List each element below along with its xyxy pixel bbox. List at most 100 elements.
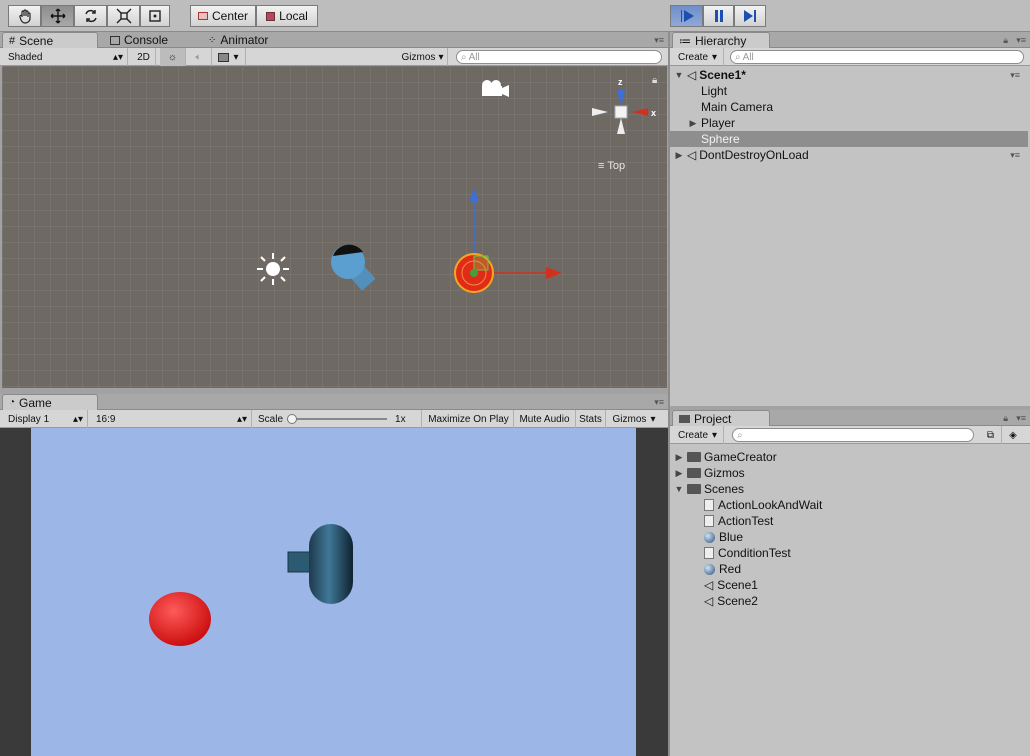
row-menu-icon[interactable]: ▾≡ xyxy=(1010,150,1020,161)
pivot-local-button[interactable]: Local xyxy=(256,5,318,27)
hierarchy-create-dropdown[interactable]: Create ▾ xyxy=(674,48,724,66)
project-file-conditiontest[interactable]: ConditionTest xyxy=(670,545,1028,561)
orientation-label: ≡ Top xyxy=(598,160,625,172)
camera-gizmo-icon[interactable] xyxy=(478,78,512,100)
mute-audio-toggle[interactable]: Mute Audio xyxy=(514,410,576,428)
effects-dropdown[interactable]: ▾ xyxy=(212,48,246,66)
filter-by-type-button[interactable]: ⧉ xyxy=(980,426,1002,444)
expand-arrow-icon[interactable]: ▶ xyxy=(674,452,684,463)
play-button[interactable] xyxy=(670,5,703,27)
expand-arrow-icon[interactable]: ▶ xyxy=(688,118,698,129)
mute-audio-label: Mute Audio xyxy=(519,413,570,425)
tree-scene-root[interactable]: ▼ ◁ Scene1* ▾≡ xyxy=(670,67,1028,83)
project-create-dropdown[interactable]: Create ▾ xyxy=(674,426,724,444)
filter-by-label-button[interactable]: ◈ xyxy=(1002,426,1024,444)
step-button[interactable] xyxy=(734,5,766,27)
lock-icon[interactable]: 🔒︎ xyxy=(652,75,657,86)
game-canvas[interactable] xyxy=(31,428,636,756)
2d-toggle[interactable]: 2D xyxy=(132,48,156,66)
hierarchy-toolbar: Create ▾ ⌕ All xyxy=(670,48,1030,66)
list-icon: ≔ xyxy=(679,33,691,48)
project-file-blue[interactable]: Blue xyxy=(670,529,1028,545)
expand-arrow-icon[interactable]: ▼ xyxy=(674,484,684,494)
sphere-move-gizmo[interactable] xyxy=(442,178,572,298)
tree-item-player[interactable]: ▶ Player xyxy=(670,115,1028,131)
tab-animator[interactable]: ⁘ Animator xyxy=(202,32,274,48)
hierarchy-search-input[interactable]: ⌕ All xyxy=(730,50,1024,64)
step-icon xyxy=(744,10,756,22)
project-file-actionlookandwait[interactable]: ActionLookAndWait xyxy=(670,497,1028,513)
project-file-red[interactable]: Red xyxy=(670,561,1028,577)
lighting-toggle[interactable]: ☼ xyxy=(160,48,186,66)
project-file-scene1[interactable]: ◁ Scene1 xyxy=(670,577,1028,593)
tree-item-light[interactable]: Light xyxy=(670,83,1028,99)
project-file-actiontest[interactable]: ActionTest xyxy=(670,513,1028,529)
axis-x-label: x xyxy=(651,108,656,118)
scale-slider-handle[interactable] xyxy=(287,414,298,424)
folder-icon xyxy=(687,452,701,462)
project-search-input[interactable]: ⌕ xyxy=(732,428,974,442)
unity-scene-icon: ◁ xyxy=(704,594,714,608)
folder-icon xyxy=(687,468,701,478)
lock-icon[interactable]: 🔒︎ xyxy=(1003,413,1008,424)
game-gizmos-dropdown[interactable]: Gizmos ▾ xyxy=(606,410,662,428)
scene-viewport[interactable]: z x 🔒︎ ≡ Top xyxy=(2,66,667,388)
project-folder-gamecreator[interactable]: ▶ GameCreator xyxy=(670,449,1028,465)
file-label: Blue xyxy=(719,530,744,544)
pacman-icon: ◔ xyxy=(9,397,16,408)
rotate-tool-button[interactable] xyxy=(74,5,107,27)
lock-icon[interactable]: 🔒︎ xyxy=(1003,35,1008,46)
stats-toggle[interactable]: Stats xyxy=(576,410,606,428)
move-tool-button[interactable] xyxy=(41,5,74,27)
rect-tool-button[interactable] xyxy=(140,5,170,27)
stats-label: Stats xyxy=(579,413,602,425)
tree-item-main-camera[interactable]: Main Camera xyxy=(670,99,1028,115)
maximize-on-play-toggle[interactable]: Maximize On Play xyxy=(424,410,514,428)
scale-tool-button[interactable] xyxy=(107,5,140,27)
player-object[interactable] xyxy=(326,242,386,302)
hand-tool-button[interactable] xyxy=(8,5,41,27)
game-toolbar: Display 1 ▴▾ 16:9 ▴▾ Scale 1x Maximize O… xyxy=(0,410,668,428)
axis-z-label: z xyxy=(618,77,623,87)
panel-menu-icon[interactable]: ▾≡ xyxy=(654,397,664,408)
pause-button[interactable] xyxy=(703,5,734,27)
scale-slider[interactable] xyxy=(287,414,388,424)
project-file-scene2[interactable]: ◁ Scene2 xyxy=(670,593,1028,609)
expand-arrow-icon[interactable]: ▶ xyxy=(674,468,684,479)
tab-project[interactable]: Project xyxy=(672,410,770,426)
panel-menu-icon[interactable]: ▾≡ xyxy=(654,35,664,46)
game-player-object xyxy=(287,524,353,604)
tree-item-sphere[interactable]: Sphere xyxy=(670,131,1028,147)
script-file-icon xyxy=(704,499,714,511)
scene-toolbar: Shaded ▴▾ 2D ☼ 🔈︎ ▾ Gizmos ▾ ⌕ All xyxy=(0,48,668,66)
tab-console-label: Console xyxy=(124,33,169,47)
unity-scene-icon: ◁ xyxy=(704,578,714,592)
audio-toggle[interactable]: 🔈︎ xyxy=(186,48,212,66)
orientation-gizmo[interactable]: z x xyxy=(586,76,660,146)
display-dropdown[interactable]: Display 1 ▴▾ xyxy=(4,410,88,428)
aspect-dropdown[interactable]: 16:9 ▴▾ xyxy=(92,410,252,428)
scene-search-input[interactable]: ⌕ All xyxy=(456,50,662,64)
tab-game[interactable]: ◔ Game xyxy=(2,394,98,410)
tab-hierarchy[interactable]: ≔ Hierarchy xyxy=(672,32,770,48)
play-icon xyxy=(680,10,694,22)
project-folder-gizmos[interactable]: ▶ Gizmos xyxy=(670,465,1028,481)
expand-arrow-icon[interactable]: ▼ xyxy=(674,70,684,80)
unity-scene-icon: ◁ xyxy=(687,148,697,162)
light-gizmo-icon[interactable] xyxy=(256,252,290,286)
shading-mode-dropdown[interactable]: Shaded ▴▾ xyxy=(4,48,128,66)
file-label: Scene1 xyxy=(717,578,758,592)
gizmos-dropdown[interactable]: Gizmos ▾ xyxy=(398,48,448,66)
row-menu-icon[interactable]: ▾≡ xyxy=(1010,70,1020,81)
panel-menu-icon[interactable]: ▾≡ xyxy=(1016,413,1026,424)
pivot-center-button[interactable]: Center xyxy=(190,5,256,27)
tree-dont-destroy[interactable]: ▶ ◁ DontDestroyOnLoad ▾≡ xyxy=(670,147,1028,163)
expand-arrow-icon[interactable]: ▶ xyxy=(674,150,684,161)
rect-icon xyxy=(149,10,161,22)
tab-scene[interactable]: # Scene xyxy=(2,32,98,48)
game-viewport[interactable] xyxy=(0,428,668,756)
project-folder-scenes[interactable]: ▼ Scenes xyxy=(670,481,1028,497)
tab-console[interactable]: Console xyxy=(104,32,174,48)
panel-menu-icon[interactable]: ▾≡ xyxy=(1016,35,1026,46)
game-tabbar: ◔ Game ▾≡ xyxy=(0,394,668,410)
